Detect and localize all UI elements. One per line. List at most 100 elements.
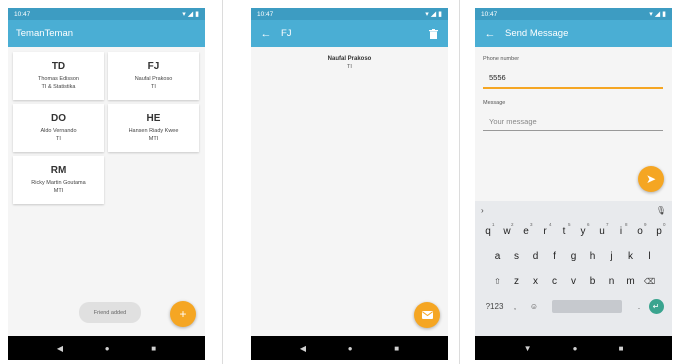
nav-back-icon[interactable]: ◀	[300, 344, 306, 353]
key[interactable]: k	[621, 251, 640, 262]
mic-icon[interactable]: 🎙	[656, 206, 666, 215]
emoji-icon[interactable]: ☺	[525, 302, 544, 311]
friend-initials: TD	[51, 61, 66, 72]
app-bar: TemanTeman	[8, 20, 205, 47]
system-nav-bar: ◀ ● ■	[8, 336, 205, 360]
backspace-icon[interactable]: ⌫	[640, 277, 659, 286]
comma-key[interactable]: ,	[506, 302, 525, 311]
key[interactable]: f	[545, 251, 564, 262]
phone-input-underline	[483, 87, 663, 89]
nav-home-icon[interactable]: ●	[105, 344, 110, 353]
message-button[interactable]	[414, 302, 440, 328]
key[interactable]: a	[488, 251, 507, 262]
key[interactable]: l	[640, 251, 659, 262]
app-title: TemanTeman	[16, 28, 74, 39]
app-title: Send Message	[505, 28, 569, 39]
friend-card[interactable]: RM Ricky Martin Goutama MTI	[13, 156, 104, 204]
key[interactable]: o9	[631, 222, 650, 237]
key[interactable]: y6	[574, 222, 593, 237]
system-nav-bar: ▼ ● ■	[475, 336, 672, 360]
key[interactable]: x	[526, 276, 545, 287]
chevron-right-icon[interactable]: ›	[481, 206, 484, 215]
friend-card[interactable]: FJ Naufal Prakoso TI	[108, 52, 199, 100]
friend-name: Naufal Prakoso	[134, 76, 173, 82]
signal-icon: ◢	[430, 11, 437, 18]
back-arrow-icon[interactable]: ←	[483, 27, 497, 41]
key[interactable]: q1	[479, 222, 498, 237]
enter-icon[interactable]: ↵	[648, 299, 664, 314]
send-icon: ➤	[645, 172, 657, 186]
friend-card[interactable]: DO Aldo Vernando TI	[13, 104, 104, 152]
system-nav-bar: ◀ ● ■	[251, 336, 448, 360]
email-icon	[421, 308, 433, 322]
nav-home-icon[interactable]: ●	[348, 344, 353, 353]
status-icons: ▾ ◢ ▮	[182, 10, 199, 18]
screen-friend-list: 10:47 ▾ ◢ ▮ TemanTeman TD Thomas Edisson…	[8, 8, 205, 360]
key[interactable]: g	[564, 251, 583, 262]
friend-card[interactable]: TD Thomas Edisson TI & Statistika	[13, 52, 104, 100]
space-key[interactable]	[551, 300, 622, 313]
keyboard: › 🎙 q1 w2 e3 r4 t5 y6 u7 i8 o9 p0 a s d …	[475, 201, 672, 336]
nav-back-icon[interactable]: ▼	[524, 344, 532, 353]
key[interactable]: u7	[593, 222, 612, 237]
nav-recents-icon[interactable]: ■	[151, 344, 156, 353]
shift-icon[interactable]: ⇧	[488, 277, 507, 286]
delete-icon[interactable]	[426, 27, 440, 41]
keyboard-row-4: ?123 , ☺ . ↵	[475, 294, 672, 319]
key[interactable]: h	[583, 251, 602, 262]
key[interactable]: i8	[612, 222, 631, 237]
key[interactable]: d	[526, 251, 545, 262]
status-icons: ▾ ◢ ▮	[425, 10, 442, 18]
app-title: FJ	[281, 28, 292, 39]
phone-label: Phone number	[483, 56, 520, 62]
key[interactable]: m	[621, 276, 640, 287]
key[interactable]: t5	[555, 222, 574, 237]
status-time: 10:47	[14, 10, 31, 18]
signal-icon: ◢	[187, 11, 194, 18]
friend-dept: MTI	[53, 188, 64, 194]
keyboard-toolbar: › 🎙	[475, 201, 672, 219]
friend-card[interactable]: HE Hansen Riady Kwee MTI	[108, 104, 199, 152]
add-icon: +	[179, 307, 187, 321]
status-bar: 10:47 ▾ ◢ ▮	[475, 8, 672, 20]
friend-name: Aldo Vernando	[40, 128, 77, 134]
status-icons: ▾ ◢ ▮	[649, 10, 666, 18]
nav-home-icon[interactable]: ●	[573, 344, 578, 353]
back-arrow-icon[interactable]: ←	[259, 27, 273, 41]
add-friend-button[interactable]: +	[170, 301, 196, 327]
friend-grid: TD Thomas Edisson TI & Statistika FJ Nau…	[13, 52, 203, 204]
key[interactable]: v	[564, 276, 583, 287]
key[interactable]: c	[545, 276, 564, 287]
status-bar: 10:47 ▾ ◢ ▮	[8, 8, 205, 20]
nav-back-icon[interactable]: ◀	[57, 344, 63, 353]
battery-icon: ▮	[438, 11, 442, 18]
phone-input[interactable]: 5556	[489, 73, 506, 82]
friend-initials: HE	[146, 113, 161, 124]
key[interactable]: e3	[517, 222, 536, 237]
key[interactable]: r4	[536, 222, 555, 237]
message-input[interactable]: Your message	[489, 117, 537, 126]
nav-recents-icon[interactable]: ■	[394, 344, 399, 353]
send-button[interactable]: ➤	[638, 166, 664, 192]
nav-recents-icon[interactable]: ■	[619, 344, 624, 353]
toast-message: Friend added	[79, 302, 141, 323]
friend-name: Thomas Edisson	[38, 76, 79, 82]
key[interactable]: w2	[498, 222, 517, 237]
keyboard-row-1: q1 w2 e3 r4 t5 y6 u7 i8 o9 p0	[475, 219, 672, 244]
key[interactable]: n	[602, 276, 621, 287]
message-input-underline	[483, 130, 663, 131]
key[interactable]: z	[507, 276, 526, 287]
period-key[interactable]: .	[630, 302, 649, 311]
wifi-icon: ▾	[649, 11, 653, 18]
key[interactable]: s	[507, 251, 526, 262]
battery-icon: ▮	[195, 11, 199, 18]
key[interactable]: b	[583, 276, 602, 287]
keyboard-row-3: ⇧ z x c v b n m ⌫	[475, 269, 672, 294]
key[interactable]: p0	[650, 222, 669, 237]
friend-name: Ricky Martin Goutama	[31, 180, 86, 186]
screen-send-message: 10:47 ▾ ◢ ▮ ← Send Message Phone number …	[475, 8, 672, 360]
friend-detail-name: Naufal Prakoso	[327, 56, 372, 62]
key[interactable]: j	[602, 251, 621, 262]
symbols-key[interactable]: ?123	[484, 302, 506, 311]
friend-dept: MTI	[148, 136, 159, 142]
